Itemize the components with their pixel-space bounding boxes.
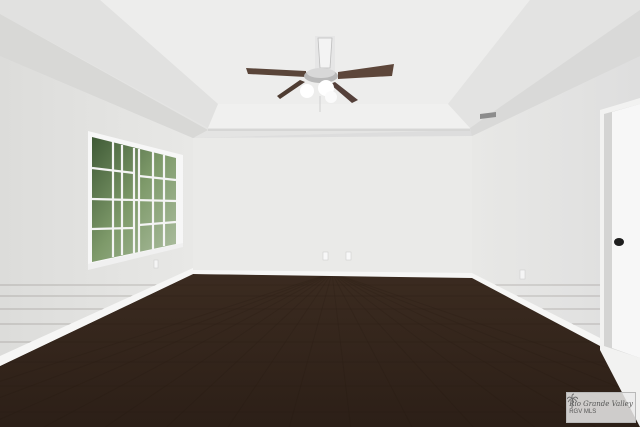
room-photo: Rio Grande Valley RGV MLS xyxy=(0,0,640,427)
watermark-subtitle: RGV MLS xyxy=(569,408,597,415)
outlet xyxy=(345,251,352,261)
outlet xyxy=(519,269,526,280)
outlet xyxy=(153,259,159,269)
back-wall xyxy=(193,136,472,276)
fan-light xyxy=(300,84,314,98)
window-icon xyxy=(88,131,183,270)
mls-watermark: Rio Grande Valley RGV MLS xyxy=(566,392,636,423)
palm-tree-icon xyxy=(567,393,578,409)
door-knob[interactable] xyxy=(614,238,624,246)
room-scene xyxy=(0,0,640,427)
fan-light xyxy=(325,91,337,103)
outlet xyxy=(322,251,329,261)
watermark-title: Rio Grande Valley xyxy=(569,399,633,408)
